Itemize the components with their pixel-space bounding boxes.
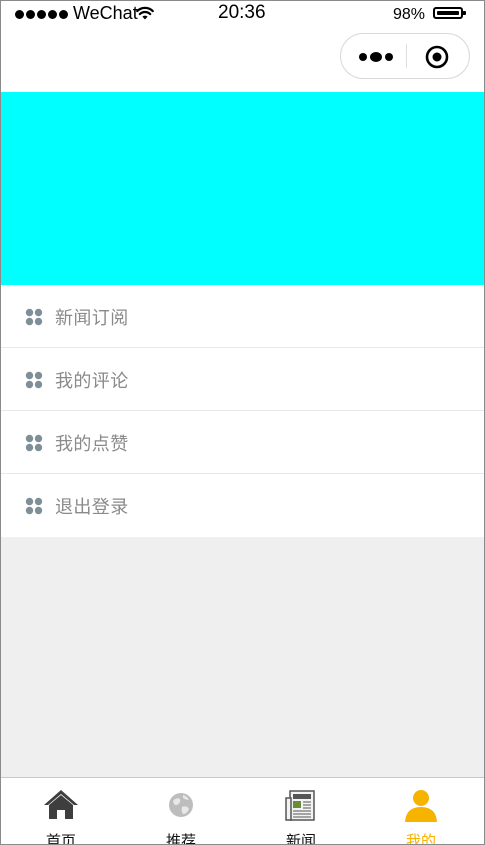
menu-item-my-comments[interactable]: 我的评论	[1, 348, 484, 411]
profile-banner	[1, 92, 484, 285]
status-time: 20:36	[218, 2, 266, 23]
tab-label: 我的	[405, 833, 436, 845]
tab-label: 新闻	[285, 833, 316, 845]
menu-item-label: 我的评论	[55, 371, 129, 391]
battery-icon	[433, 7, 466, 19]
dots-grid-icon	[25, 434, 43, 452]
tab-recommend[interactable]: 推荐	[121, 778, 241, 845]
menu-item-my-likes[interactable]: 我的点赞	[1, 411, 484, 474]
more-dots-icon[interactable]	[357, 48, 397, 66]
dots-grid-icon	[25, 371, 43, 389]
tab-label: 推荐	[165, 833, 196, 845]
profile-menu: 新闻订阅 我的评论 我的点赞 退出登录	[1, 285, 484, 537]
tab-label: 首页	[45, 833, 76, 845]
status-bar: WeChat 20:36 98%	[1, 1, 484, 28]
navigation-bar	[1, 28, 484, 92]
menu-item-logout[interactable]: 退出登录	[1, 474, 484, 537]
newspaper-icon	[285, 790, 315, 821]
menu-item-label: 新闻订阅	[55, 308, 129, 328]
phone-frame: WeChat 20:36 98% 新闻订阅 我的评论 我的点赞 退出登录 首页 …	[0, 0, 485, 845]
battery-percent: 98%	[393, 6, 426, 23]
target-circle-icon[interactable]	[425, 45, 449, 69]
carrier-name: WeChat	[73, 3, 138, 23]
user-icon	[405, 790, 437, 822]
mini-program-capsule	[340, 33, 470, 79]
wifi-icon	[136, 6, 154, 20]
menu-item-label: 我的点赞	[55, 434, 129, 454]
dots-grid-icon	[25, 308, 43, 326]
tab-home[interactable]: 首页	[1, 778, 121, 845]
capsule-divider	[406, 44, 407, 68]
menu-item-news-subscription[interactable]: 新闻订阅	[1, 285, 484, 348]
tab-mine[interactable]: 我的	[361, 778, 481, 845]
bottom-tab-bar: 首页 推荐 新闻 我的	[1, 777, 484, 845]
tab-news[interactable]: 新闻	[241, 778, 361, 845]
dots-grid-icon	[25, 497, 43, 515]
signal-strength-icon	[15, 10, 68, 19]
globe-icon	[169, 793, 193, 817]
home-icon	[44, 790, 78, 819]
menu-item-label: 退出登录	[55, 497, 129, 517]
